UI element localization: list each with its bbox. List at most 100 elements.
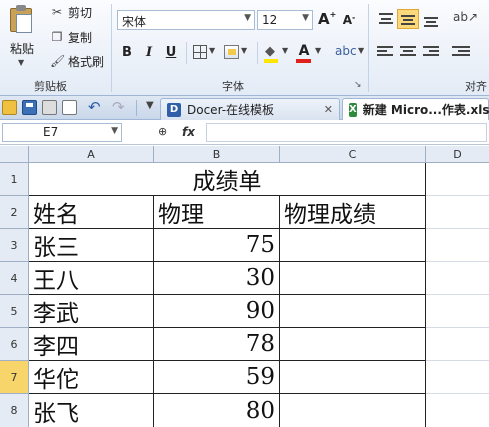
chevron-down-icon[interactable]: ▼	[282, 46, 288, 55]
align-bottom-icon[interactable]	[422, 10, 440, 28]
group-divider	[111, 4, 112, 92]
paste-button[interactable]: 粘贴	[10, 40, 34, 57]
align-left-icon[interactable]	[377, 46, 393, 60]
paste-icon[interactable]	[8, 4, 36, 34]
indent-icon[interactable]	[452, 46, 470, 60]
tab-workbook[interactable]: X 新建 Micro...作表.xls	[342, 98, 489, 120]
save-icon[interactable]	[22, 100, 37, 115]
fill-color-icon[interactable]: ◆	[265, 44, 275, 59]
name-cell[interactable]: 李武	[29, 295, 154, 328]
row-header-4[interactable]: 4	[0, 262, 29, 295]
zoom-icon[interactable]: ⊕	[158, 125, 167, 138]
align-top-icon[interactable]	[377, 10, 395, 28]
row-header-1[interactable]: 1	[0, 163, 29, 196]
column-header-a[interactable]: A	[29, 146, 154, 163]
divider	[257, 42, 258, 64]
cut-label: 剪切	[68, 5, 93, 20]
empty-cell[interactable]	[426, 295, 489, 328]
insert-function-button[interactable]: fx	[182, 125, 195, 139]
undo-icon[interactable]: ↶	[88, 98, 101, 116]
print-preview-icon[interactable]	[62, 100, 77, 115]
customize-toolbar-icon[interactable]: ▼	[146, 100, 154, 111]
row-header-6[interactable]: 6	[0, 328, 29, 361]
chevron-down-icon[interactable]: ▼	[358, 46, 364, 55]
open-folder-icon[interactable]	[2, 100, 17, 115]
empty-cell[interactable]	[426, 196, 489, 229]
cell-style-icon[interactable]	[224, 45, 239, 59]
font-name-select[interactable]: 宋体 ▼	[117, 10, 255, 30]
name-cell[interactable]: 王八	[29, 262, 154, 295]
name-box[interactable]: E7 ▼	[2, 123, 122, 142]
tab-label: 新建 Micro...作表.xls	[362, 103, 489, 117]
redo-icon[interactable]: ↷	[112, 98, 125, 116]
score-cell[interactable]: 90	[154, 295, 280, 328]
grade-cell[interactable]	[280, 262, 426, 295]
formula-input[interactable]	[206, 123, 487, 142]
align-middle-icon[interactable]	[397, 9, 419, 29]
name-cell[interactable]: 张飞	[29, 394, 154, 427]
dialog-launcher-icon[interactable]: ↘	[354, 80, 362, 90]
align-center-icon[interactable]	[400, 46, 416, 60]
copy-button[interactable]: ❐ 复制	[50, 28, 92, 46]
bold-button[interactable]: B	[119, 45, 135, 60]
text-direction-icon[interactable]: ab↗	[453, 10, 478, 24]
grade-cell[interactable]	[280, 394, 426, 427]
score-cell[interactable]: 80	[154, 394, 280, 427]
grade-cell[interactable]	[280, 229, 426, 262]
underline-button[interactable]: U	[163, 45, 179, 60]
header-cell-physics[interactable]: 物理	[154, 196, 280, 229]
print-icon[interactable]	[42, 100, 57, 115]
chevron-down-icon[interactable]: ▼	[315, 46, 321, 55]
formula-bar: E7 ▼ ⊕ fx	[0, 121, 489, 145]
phonetic-icon[interactable]: abc	[335, 44, 357, 58]
row-header-7[interactable]: 7	[0, 361, 29, 394]
font-color-button[interactable]: A	[296, 43, 312, 59]
format-painter-button[interactable]: 🖌 格式刷	[50, 52, 104, 70]
font-group-label: 字体	[222, 80, 244, 93]
empty-cell[interactable]	[426, 163, 489, 196]
score-cell[interactable]: 78	[154, 328, 280, 361]
name-cell[interactable]: 张三	[29, 229, 154, 262]
border-icon[interactable]	[193, 45, 207, 59]
font-size-select[interactable]: 12 ▼	[257, 10, 313, 30]
name-cell[interactable]: 华佗	[29, 361, 154, 394]
column-header-d[interactable]: D	[426, 146, 489, 163]
chevron-down-icon: ▼	[111, 126, 118, 136]
brush-icon: 🖌	[50, 54, 66, 68]
row-header-5[interactable]: 5	[0, 295, 29, 328]
paste-dropdown-icon[interactable]: ▼	[18, 58, 24, 67]
align-right-icon[interactable]	[423, 46, 439, 60]
close-icon[interactable]: ✕	[324, 103, 333, 116]
row-header-2[interactable]: 2	[0, 196, 29, 229]
row-header-3[interactable]: 3	[0, 229, 29, 262]
sheet-title-cell[interactable]: 成绩单	[29, 163, 426, 196]
score-cell[interactable]: 59	[154, 361, 280, 394]
grow-font-label: A	[318, 10, 330, 28]
header-cell-name[interactable]: 姓名	[29, 196, 154, 229]
empty-cell[interactable]	[426, 394, 489, 427]
grade-cell[interactable]	[280, 328, 426, 361]
italic-button[interactable]: I	[141, 45, 157, 60]
score-cell[interactable]: 30	[154, 262, 280, 295]
header-cell-physics-grade[interactable]: 物理成绩	[280, 196, 426, 229]
empty-cell[interactable]	[426, 361, 489, 394]
grade-cell[interactable]	[280, 361, 426, 394]
tab-docer[interactable]: D Docer-在线模板 ✕	[160, 98, 340, 120]
chevron-down-icon[interactable]: ▼	[209, 46, 215, 55]
empty-cell[interactable]	[426, 229, 489, 262]
chevron-down-icon[interactable]: ▼	[241, 46, 247, 55]
empty-cell[interactable]	[426, 262, 489, 295]
column-header-c[interactable]: C	[280, 146, 426, 163]
cut-button[interactable]: ✂ 剪切	[50, 3, 92, 21]
shrink-font-button[interactable]: A-	[341, 13, 357, 27]
grow-font-button[interactable]: A+	[318, 10, 336, 28]
name-box-value: E7	[43, 125, 59, 139]
column-header-b[interactable]: B	[154, 146, 280, 163]
grade-cell[interactable]	[280, 295, 426, 328]
docer-icon: D	[167, 102, 181, 117]
score-cell[interactable]: 75	[154, 229, 280, 262]
empty-cell[interactable]	[426, 328, 489, 361]
row-header-8[interactable]: 8	[0, 394, 29, 427]
select-all-corner[interactable]	[0, 146, 29, 163]
name-cell[interactable]: 李四	[29, 328, 154, 361]
